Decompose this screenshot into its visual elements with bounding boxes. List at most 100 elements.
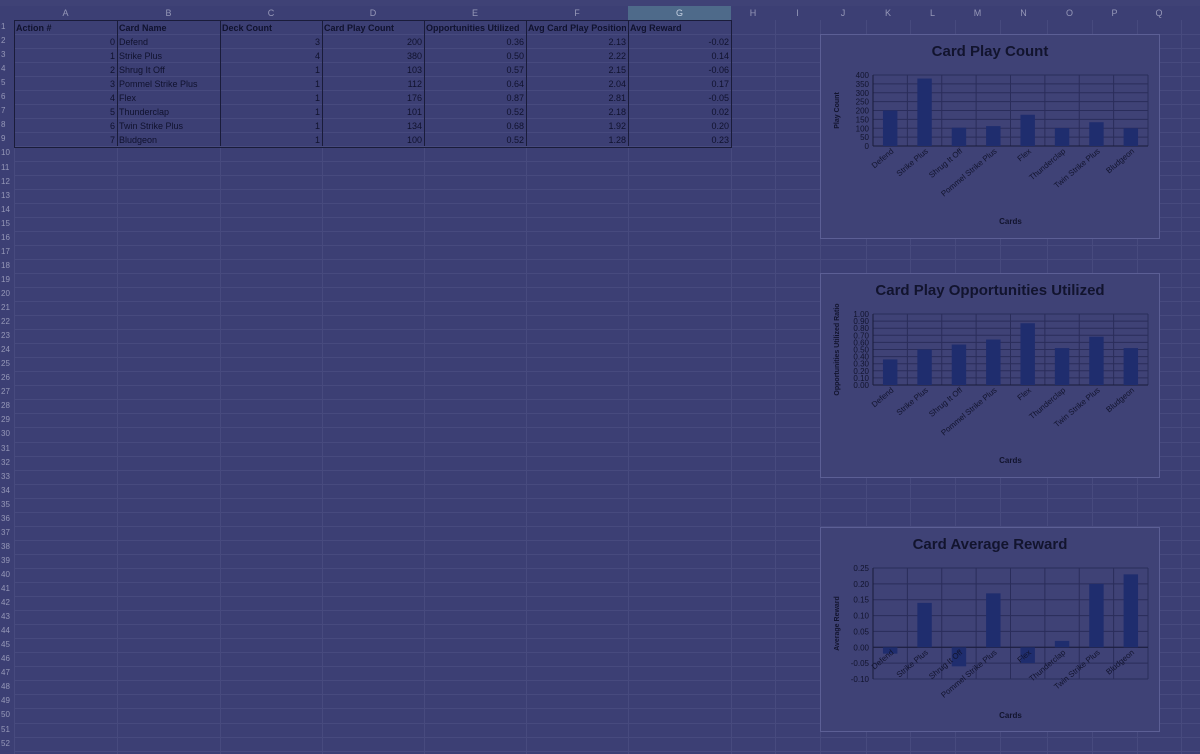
- row-header-33[interactable]: 33: [0, 470, 15, 484]
- row-header-8[interactable]: 8: [0, 118, 15, 132]
- table-cell[interactable]: -0.02: [630, 35, 729, 49]
- row-header-27[interactable]: 27: [0, 385, 15, 399]
- row-header-44[interactable]: 44: [0, 624, 15, 638]
- row-header-11[interactable]: 11: [0, 161, 15, 175]
- column-header-g[interactable]: G: [628, 6, 731, 20]
- table-cell[interactable]: 0: [16, 35, 115, 49]
- chart-average-reward[interactable]: Card Average Reward -0.10 -0.05 0.00 0.05 0.…: [820, 527, 1160, 732]
- table-cell[interactable]: Pommel Strike Plus: [119, 77, 218, 91]
- table-cell[interactable]: 0.52: [426, 133, 524, 147]
- table-cell[interactable]: 0.68: [426, 119, 524, 133]
- table-cell[interactable]: 1: [222, 105, 320, 119]
- column-header-j[interactable]: J: [820, 6, 866, 20]
- table-cell[interactable]: 1: [222, 91, 320, 105]
- table-cell[interactable]: Shrug It Off: [119, 63, 218, 77]
- column-header-n[interactable]: N: [1000, 6, 1047, 20]
- table-cell[interactable]: 1: [222, 77, 320, 91]
- column-header-b[interactable]: B: [117, 6, 220, 20]
- table-cell[interactable]: 0.02: [630, 105, 729, 119]
- row-header-42[interactable]: 42: [0, 596, 15, 610]
- table-cell[interactable]: 2.13: [528, 35, 626, 49]
- table-cell[interactable]: 2: [16, 63, 115, 77]
- table-cell[interactable]: 0.36: [426, 35, 524, 49]
- table-cell[interactable]: 2.18: [528, 105, 626, 119]
- row-header-7[interactable]: 7: [0, 104, 15, 118]
- column-header-p[interactable]: P: [1092, 6, 1137, 20]
- row-header-16[interactable]: 16: [0, 231, 15, 245]
- column-header-c[interactable]: C: [220, 6, 322, 20]
- table-cell[interactable]: 0.64: [426, 77, 524, 91]
- row-header-39[interactable]: 39: [0, 554, 15, 568]
- table-cell[interactable]: Strike Plus: [119, 49, 218, 63]
- table-cell[interactable]: 1.92: [528, 119, 626, 133]
- row-header-17[interactable]: 17: [0, 245, 15, 259]
- row-header-40[interactable]: 40: [0, 568, 15, 582]
- table-cell[interactable]: 1.28: [528, 133, 626, 147]
- row-header-38[interactable]: 38: [0, 540, 15, 554]
- row-header-31[interactable]: 31: [0, 442, 15, 456]
- table-cell[interactable]: 176: [324, 91, 422, 105]
- row-header-20[interactable]: 20: [0, 287, 15, 301]
- table-header-cell[interactable]: Avg Card Play Position: [528, 21, 626, 35]
- row-header-23[interactable]: 23: [0, 329, 15, 343]
- column-header-a[interactable]: A: [14, 6, 117, 20]
- column-header-l[interactable]: L: [910, 6, 955, 20]
- row-header-36[interactable]: 36: [0, 512, 15, 526]
- column-header-q[interactable]: Q: [1137, 6, 1181, 20]
- row-header-48[interactable]: 48: [0, 680, 15, 694]
- table-cell[interactable]: -0.06: [630, 63, 729, 77]
- column-header-m[interactable]: M: [955, 6, 1000, 20]
- table-cell[interactable]: Defend: [119, 35, 218, 49]
- column-header-h[interactable]: H: [731, 6, 775, 20]
- table-cell[interactable]: 0.57: [426, 63, 524, 77]
- table-cell[interactable]: 2.81: [528, 91, 626, 105]
- table-cell[interactable]: 4: [16, 91, 115, 105]
- row-header-34[interactable]: 34: [0, 484, 15, 498]
- row-header-4[interactable]: 4: [0, 62, 15, 76]
- row-header-22[interactable]: 22: [0, 315, 15, 329]
- table-cell[interactable]: 0.17: [630, 77, 729, 91]
- row-header-19[interactable]: 19: [0, 273, 15, 287]
- table-cell[interactable]: 3: [16, 77, 115, 91]
- table-cell[interactable]: 0.14: [630, 49, 729, 63]
- row-header-43[interactable]: 43: [0, 610, 15, 624]
- table-header-cell[interactable]: Deck Count: [222, 21, 320, 35]
- table-cell[interactable]: Thunderclap: [119, 105, 218, 119]
- table-cell[interactable]: 134: [324, 119, 422, 133]
- row-header-13[interactable]: 13: [0, 189, 15, 203]
- row-header-25[interactable]: 25: [0, 357, 15, 371]
- table-cell[interactable]: -0.05: [630, 91, 729, 105]
- table-header-cell[interactable]: Opportunities Utilized: [426, 21, 524, 35]
- table-cell[interactable]: 0.52: [426, 105, 524, 119]
- row-header-37[interactable]: 37: [0, 526, 15, 540]
- table-cell[interactable]: 0.87: [426, 91, 524, 105]
- row-header-18[interactable]: 18: [0, 259, 15, 273]
- row-header-6[interactable]: 6: [0, 90, 15, 104]
- table-cell[interactable]: Twin Strike Plus: [119, 119, 218, 133]
- row-header-24[interactable]: 24: [0, 343, 15, 357]
- select-all-corner[interactable]: [0, 6, 14, 20]
- table-cell[interactable]: 2.22: [528, 49, 626, 63]
- table-cell[interactable]: 1: [222, 133, 320, 147]
- table-cell[interactable]: 200: [324, 35, 422, 49]
- row-header-10[interactable]: 10: [0, 146, 15, 160]
- table-cell[interactable]: 103: [324, 63, 422, 77]
- table-cell[interactable]: Flex: [119, 91, 218, 105]
- chart-opportunities-utilized[interactable]: Card Play Opportunities Utilized 0.00 0.1…: [820, 273, 1160, 478]
- row-header-15[interactable]: 15: [0, 217, 15, 231]
- chart-card-play-count[interactable]: Card Play Count 0 50 100 150 200 250 300 350 400…: [820, 34, 1160, 239]
- row-header-5[interactable]: 5: [0, 76, 15, 90]
- table-cell[interactable]: Bludgeon: [119, 133, 218, 147]
- row-header-51[interactable]: 51: [0, 723, 15, 737]
- table-cell[interactable]: 1: [222, 119, 320, 133]
- row-header-1[interactable]: 1: [0, 20, 15, 34]
- row-header-28[interactable]: 28: [0, 399, 15, 413]
- table-header-cell[interactable]: Card Play Count: [324, 21, 422, 35]
- table-cell[interactable]: 6: [16, 119, 115, 133]
- row-header-35[interactable]: 35: [0, 498, 15, 512]
- column-header-o[interactable]: O: [1047, 6, 1092, 20]
- row-header-52[interactable]: 52: [0, 737, 15, 751]
- row-header-12[interactable]: 12: [0, 175, 15, 189]
- table-cell[interactable]: 101: [324, 105, 422, 119]
- table-cell[interactable]: 7: [16, 133, 115, 147]
